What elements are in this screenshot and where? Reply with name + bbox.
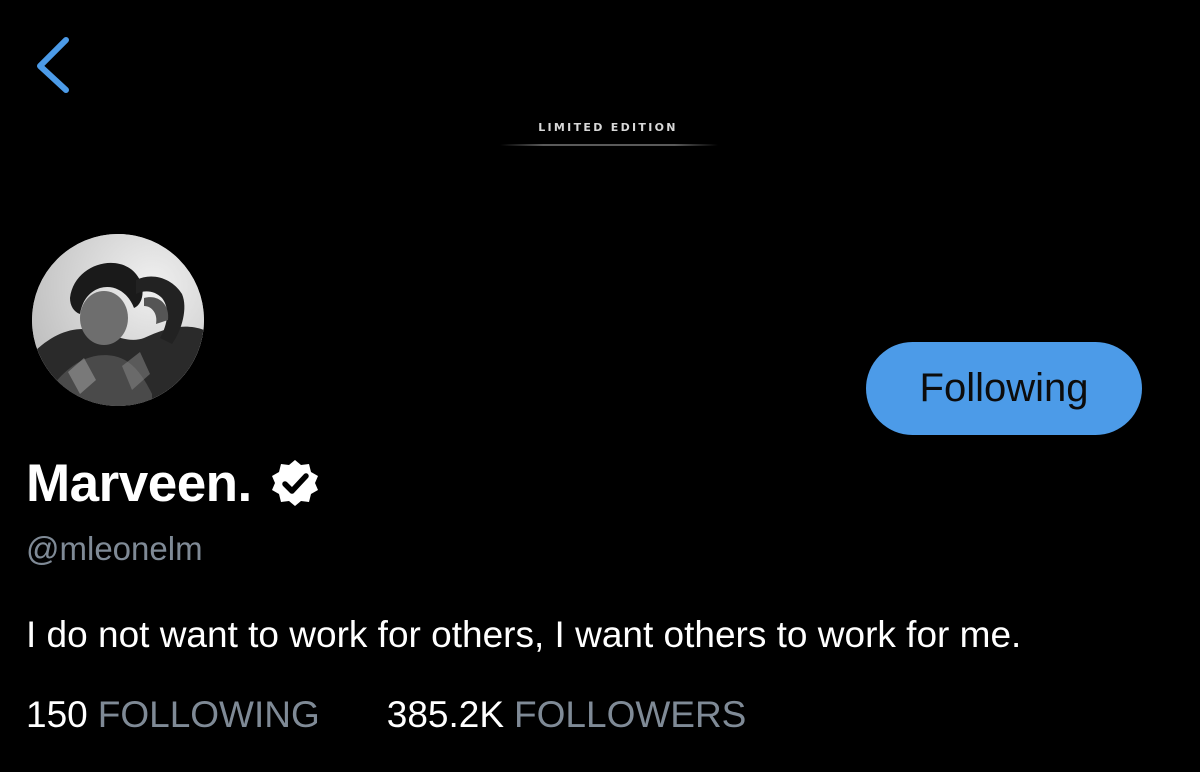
banner-text: LIMITED EDITION xyxy=(538,121,678,134)
back-button[interactable] xyxy=(26,30,82,100)
followers-stat[interactable]: 385.2K FOLLOWERS xyxy=(387,694,747,736)
following-count: 150 xyxy=(26,694,88,735)
avatar-photo xyxy=(32,234,204,406)
name-row: Marveen. xyxy=(26,450,320,516)
profile-screen: LIMITED EDITION Following Marveen. @mleo… xyxy=(0,0,1200,772)
display-name: Marveen. xyxy=(26,453,252,513)
verified-badge-icon xyxy=(270,458,320,508)
following-button[interactable]: Following xyxy=(866,342,1142,435)
followers-count: 385.2K xyxy=(386,694,505,735)
following-label: FOLLOWING xyxy=(97,694,320,735)
username-handle: @mleonelm xyxy=(26,530,203,567)
avatar[interactable] xyxy=(32,234,204,406)
following-stat[interactable]: 150 FOLLOWING xyxy=(26,694,320,736)
banner-divider xyxy=(500,144,718,146)
bio-text: I do not want to work for others, I want… xyxy=(26,614,1022,655)
chevron-left-icon xyxy=(37,37,69,93)
profile-stats: 150 FOLLOWING 385.2K FOLLOWERS xyxy=(26,694,746,736)
followers-label: FOLLOWERS xyxy=(514,694,747,735)
